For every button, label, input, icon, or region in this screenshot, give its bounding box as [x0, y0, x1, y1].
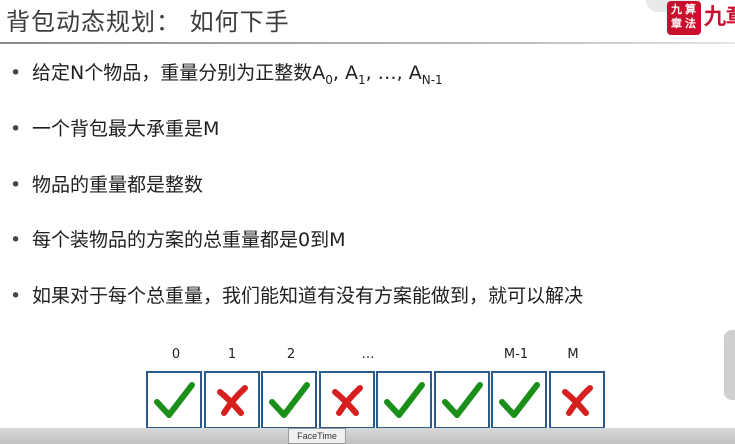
- check-icon: [441, 382, 483, 418]
- cross-icon: [216, 385, 248, 416]
- array-index-label: …: [361, 347, 375, 362]
- dp-cell: [146, 371, 202, 429]
- check-icon: [499, 382, 540, 418]
- dock-bar: [0, 428, 735, 444]
- logo: 算 法 九 章 九章: [664, 0, 735, 40]
- facetime-tooltip: FaceTime: [288, 428, 346, 444]
- array-index-label: M-1: [503, 347, 529, 362]
- logo-text: 九章: [704, 4, 735, 30]
- seal-char: 章: [671, 17, 682, 30]
- bullet-item: • 物品的重量都是整数: [10, 174, 204, 196]
- check-icon: [384, 382, 425, 418]
- dp-cell: [491, 371, 547, 429]
- dp-cell: [376, 371, 432, 429]
- title-divider: [0, 42, 735, 44]
- array-index-label: 0: [171, 347, 181, 362]
- cross-icon: [561, 385, 593, 416]
- bullet-dot-icon: •: [10, 118, 22, 140]
- seal-char: 算: [685, 3, 696, 16]
- bullet-dot-icon: •: [10, 285, 22, 307]
- seal-char: 九: [671, 3, 682, 16]
- dp-cell: [548, 371, 605, 429]
- side-panel-edge: [724, 330, 735, 400]
- cross-icon: [331, 385, 363, 416]
- array-index-label: M: [567, 347, 579, 362]
- dp-cell: [318, 371, 375, 429]
- seal-char: 法: [685, 17, 696, 30]
- dp-cell: [203, 371, 260, 429]
- bullet-item: • 每个装物品的方案的总重量都是0到M: [10, 229, 346, 251]
- check-icon: [154, 382, 195, 418]
- slide-title: 背包动态规划： 如何下手: [6, 8, 290, 36]
- array-index-label: 1: [227, 347, 237, 362]
- bullet-dot-icon: •: [10, 174, 22, 196]
- bullet-item: • 如果对于每个总重量，我们能知道有没有方案能做到，就可以解决: [10, 285, 584, 307]
- seal-icon: 算 法 九 章: [667, 1, 701, 35]
- check-icon: [269, 382, 310, 418]
- array-index-label: 2: [286, 347, 296, 362]
- bullet-dot-icon: •: [10, 62, 22, 84]
- bullet-dot-icon: •: [10, 229, 22, 251]
- bullet-item: • 给定N个物品，重量分别为正整数A0, A1, …, AN-1: [10, 62, 443, 87]
- slide: 背包动态规划： 如何下手 算 法 九 章 九章 •给定N个物品，重量分别为正整数…: [0, 0, 735, 444]
- dp-cell: [261, 371, 317, 429]
- dp-cell: [433, 371, 490, 429]
- bullet-item: • 一个背包最大承重是M: [10, 118, 220, 140]
